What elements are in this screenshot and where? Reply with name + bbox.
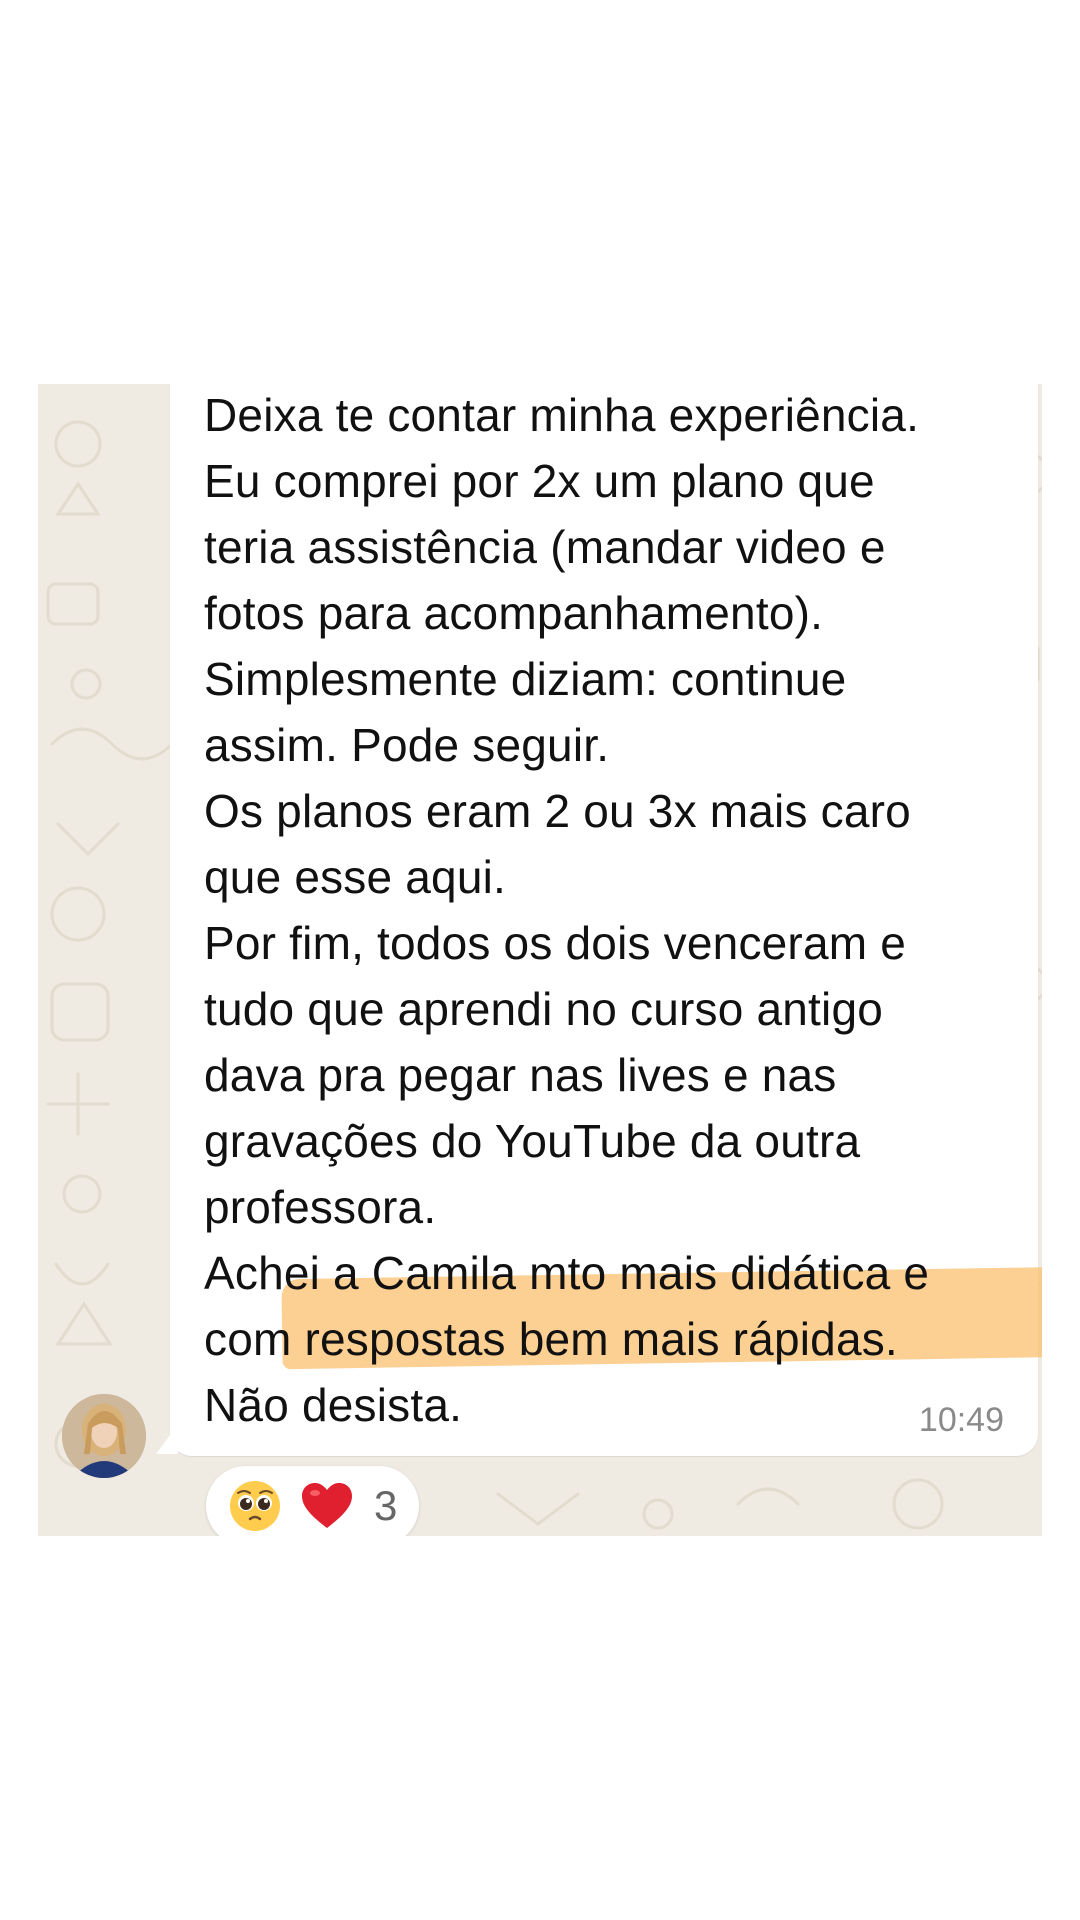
message-text: Deixa te contar minha experiência. Eu co… xyxy=(204,384,1034,1438)
pleading-face-icon xyxy=(230,1481,280,1531)
message-line: fotos para acompanhamento). xyxy=(204,587,824,639)
reactions-bar[interactable]: 3 xyxy=(206,1466,420,1536)
red-heart-icon xyxy=(302,1483,352,1528)
message-line: gravações do YouTube da outra xyxy=(204,1115,861,1167)
message-line: Os planos eram 2 ou 3x mais caro xyxy=(204,785,911,837)
message-line: assim. Pode seguir. xyxy=(204,719,610,771)
message-line: com respostas bem mais rápidas. xyxy=(204,1313,898,1365)
reaction-count: 3 xyxy=(374,1482,398,1529)
message-line: Simplesmente diziam: continue xyxy=(204,653,847,705)
message-line: Não desista. xyxy=(204,1379,463,1431)
sender-avatar[interactable] xyxy=(62,1394,146,1478)
message-timestamp: 10:49 xyxy=(918,1401,1004,1439)
message-line: dava pra pegar nas lives e nas xyxy=(204,1049,837,1101)
message-line: Achei a Camila mto mais didática e xyxy=(204,1247,930,1299)
message-line: Eu comprei por 2x um plano que xyxy=(204,455,875,507)
message-line: que esse aqui. xyxy=(204,851,507,903)
message-line: Deixa te contar minha experiência. xyxy=(204,389,920,441)
message-line: professora. xyxy=(204,1181,437,1233)
bubble-tail xyxy=(156,1424,178,1454)
avatar-photo xyxy=(62,1394,146,1478)
message-line: tudo que aprendi no curso antigo xyxy=(204,983,884,1035)
message-line: teria assistência (mandar video e xyxy=(204,521,886,573)
message-line: Por fim, todos os dois venceram e xyxy=(204,917,907,969)
chat-panel: Deixa te contar minha experiência. Eu co… xyxy=(38,384,1042,1536)
message-bubble[interactable]: Deixa te contar minha experiência. Eu co… xyxy=(170,384,1042,1456)
